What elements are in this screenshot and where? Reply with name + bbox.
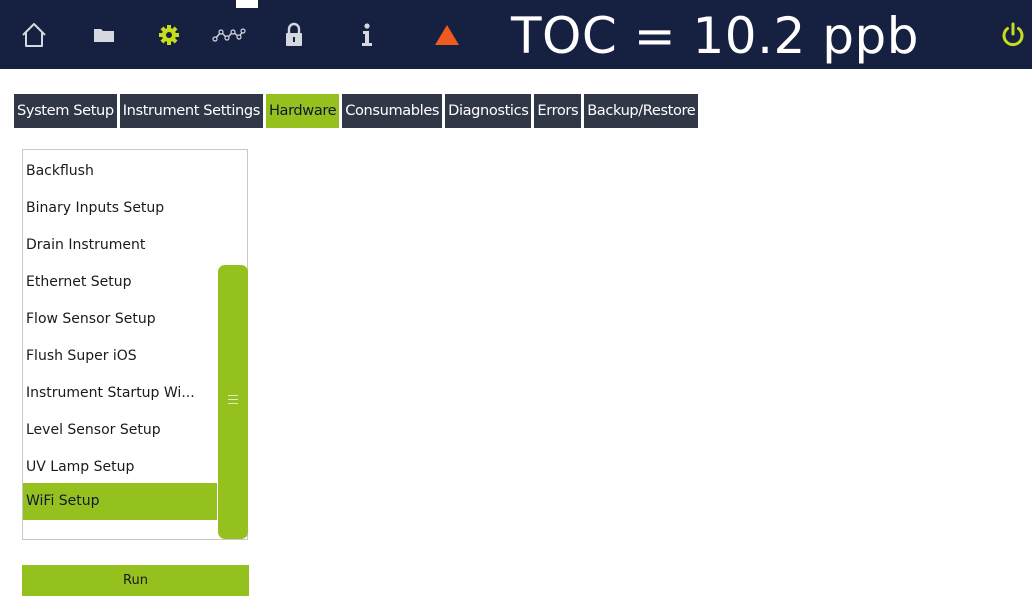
list-item[interactable]: Flush Super iOS	[23, 338, 217, 375]
settings-tabs: System Setup Instrument Settings Hardwar…	[14, 94, 699, 128]
info-icon[interactable]	[350, 18, 384, 52]
top-toolbar: TOC = 10.2 ppb	[0, 0, 1032, 69]
lock-icon[interactable]	[277, 18, 311, 52]
list-item[interactable]: Backflush	[23, 153, 217, 190]
list-item[interactable]: Drain Instrument	[23, 227, 217, 264]
list-item-selected[interactable]: WiFi Setup	[23, 483, 217, 520]
list-item[interactable]: Flow Sensor Setup	[23, 301, 217, 338]
tab-errors[interactable]: Errors	[534, 94, 582, 128]
gear-icon[interactable]	[152, 18, 186, 52]
alarm-icon[interactable]	[430, 18, 464, 52]
list-item[interactable]: Binary Inputs Setup	[23, 190, 217, 227]
tab-backup-restore[interactable]: Backup/Restore	[584, 94, 699, 128]
list-item[interactable]: Level Sensor Setup	[23, 412, 217, 449]
run-button[interactable]: Run	[22, 565, 249, 596]
power-icon[interactable]	[996, 18, 1030, 52]
trend-icon[interactable]	[212, 18, 246, 52]
list-item[interactable]: Ethernet Setup	[23, 264, 217, 301]
tab-consumables[interactable]: Consumables	[342, 94, 443, 128]
home-icon[interactable]	[17, 18, 51, 52]
scroll-grip-icon	[228, 395, 238, 404]
tab-hardware[interactable]: Hardware	[265, 94, 340, 128]
hardware-list: Backflush Binary Inputs Setup Drain Inst…	[22, 149, 248, 540]
toc-reading: TOC = 10.2 ppb	[511, 7, 919, 65]
tab-system-setup[interactable]: System Setup	[14, 94, 117, 128]
folder-icon[interactable]	[87, 18, 121, 52]
tab-diagnostics[interactable]: Diagnostics	[445, 94, 532, 128]
list-item[interactable]: UV Lamp Setup	[23, 449, 217, 486]
list-item[interactable]: Instrument Startup Wi...	[23, 375, 217, 412]
toolbar-marker	[236, 0, 258, 8]
tab-instrument-settings[interactable]: Instrument Settings	[119, 94, 263, 128]
list-scrollbar[interactable]	[218, 265, 248, 539]
